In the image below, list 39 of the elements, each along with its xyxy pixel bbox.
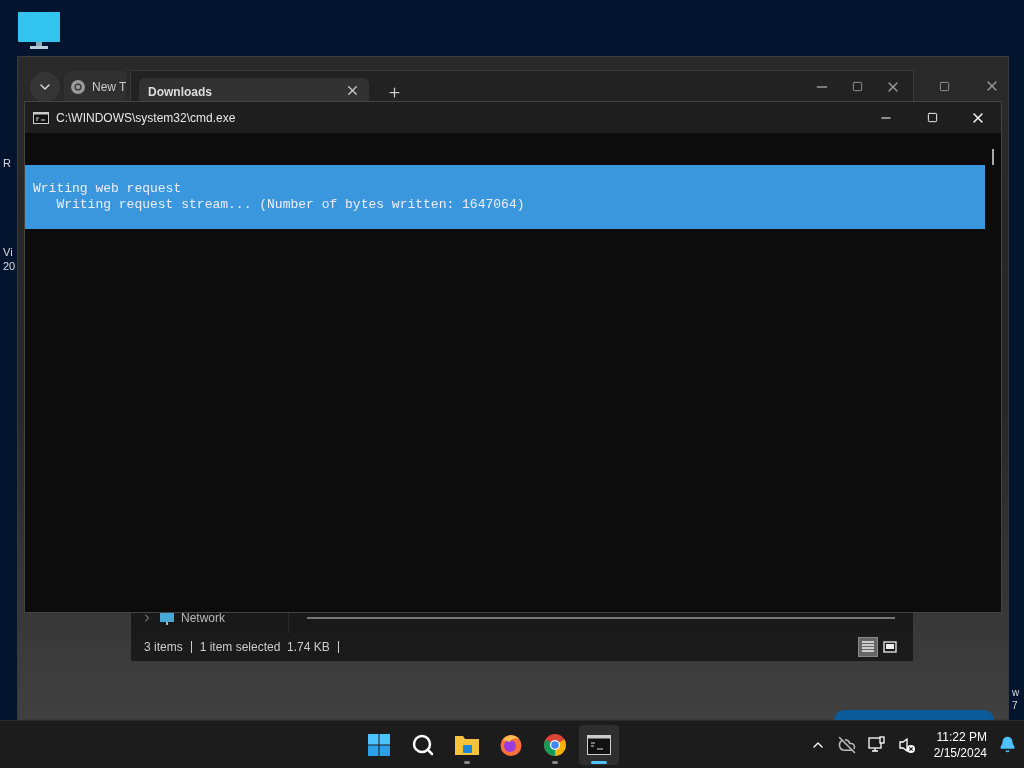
preview-pane-icon [883,641,897,653]
monitor-icon[interactable] [18,12,60,50]
status-text: 1 item selected 1.74 KB [199,639,330,656]
browser-tab[interactable]: New T [64,71,127,103]
search-icon [410,732,435,757]
nav-label: Network [181,610,225,627]
console-line: Writing web request [33,181,183,197]
desktop-icon-label: Vi [3,245,14,259]
new-tab-icon[interactable] [387,85,402,100]
terminal-icon [586,734,611,755]
scrollbar[interactable] [307,617,895,619]
desktop-icon-label: 7 [1012,699,1019,712]
scrollbar-thumb[interactable] [992,149,994,165]
explorer-tab[interactable]: Downloads [139,78,369,102]
console-icon [33,111,49,124]
network-icon [159,610,175,626]
volume-muted-icon[interactable] [897,735,916,754]
status-text: 3 items [144,639,183,656]
desktop-icon-label: 20 [3,259,16,273]
desktop-icon-label: w [1012,686,1020,699]
nav-item[interactable]: Network [141,609,225,627]
cloud-off-icon[interactable] [837,735,856,754]
tab-title: Downloads [148,84,212,101]
clock-date: 2/15/2024 [933,744,987,761]
tab-list-button[interactable] [30,72,60,102]
desktop-icon-label: R [3,156,12,170]
chrome-tab-icon [70,79,86,95]
clock[interactable]: 11:22 PM 2/15/2024 [933,728,987,761]
notification-bell-icon[interactable] [999,736,1016,753]
clock-time: 11:22 PM [936,728,987,745]
windows-logo-icon [366,732,391,757]
list-view-icon [861,640,875,654]
console-line: Writing request stream... (Number of bytes written: 1647064) [55,197,526,213]
chrome-icon [542,732,567,757]
taskbar-button[interactable] [578,724,619,765]
window-title: C:\WINDOWS\system32\cmd.exe [56,109,236,127]
firefox-icon [498,732,523,757]
tab-title: New T [92,79,127,96]
wired-network-icon[interactable] [867,735,886,754]
